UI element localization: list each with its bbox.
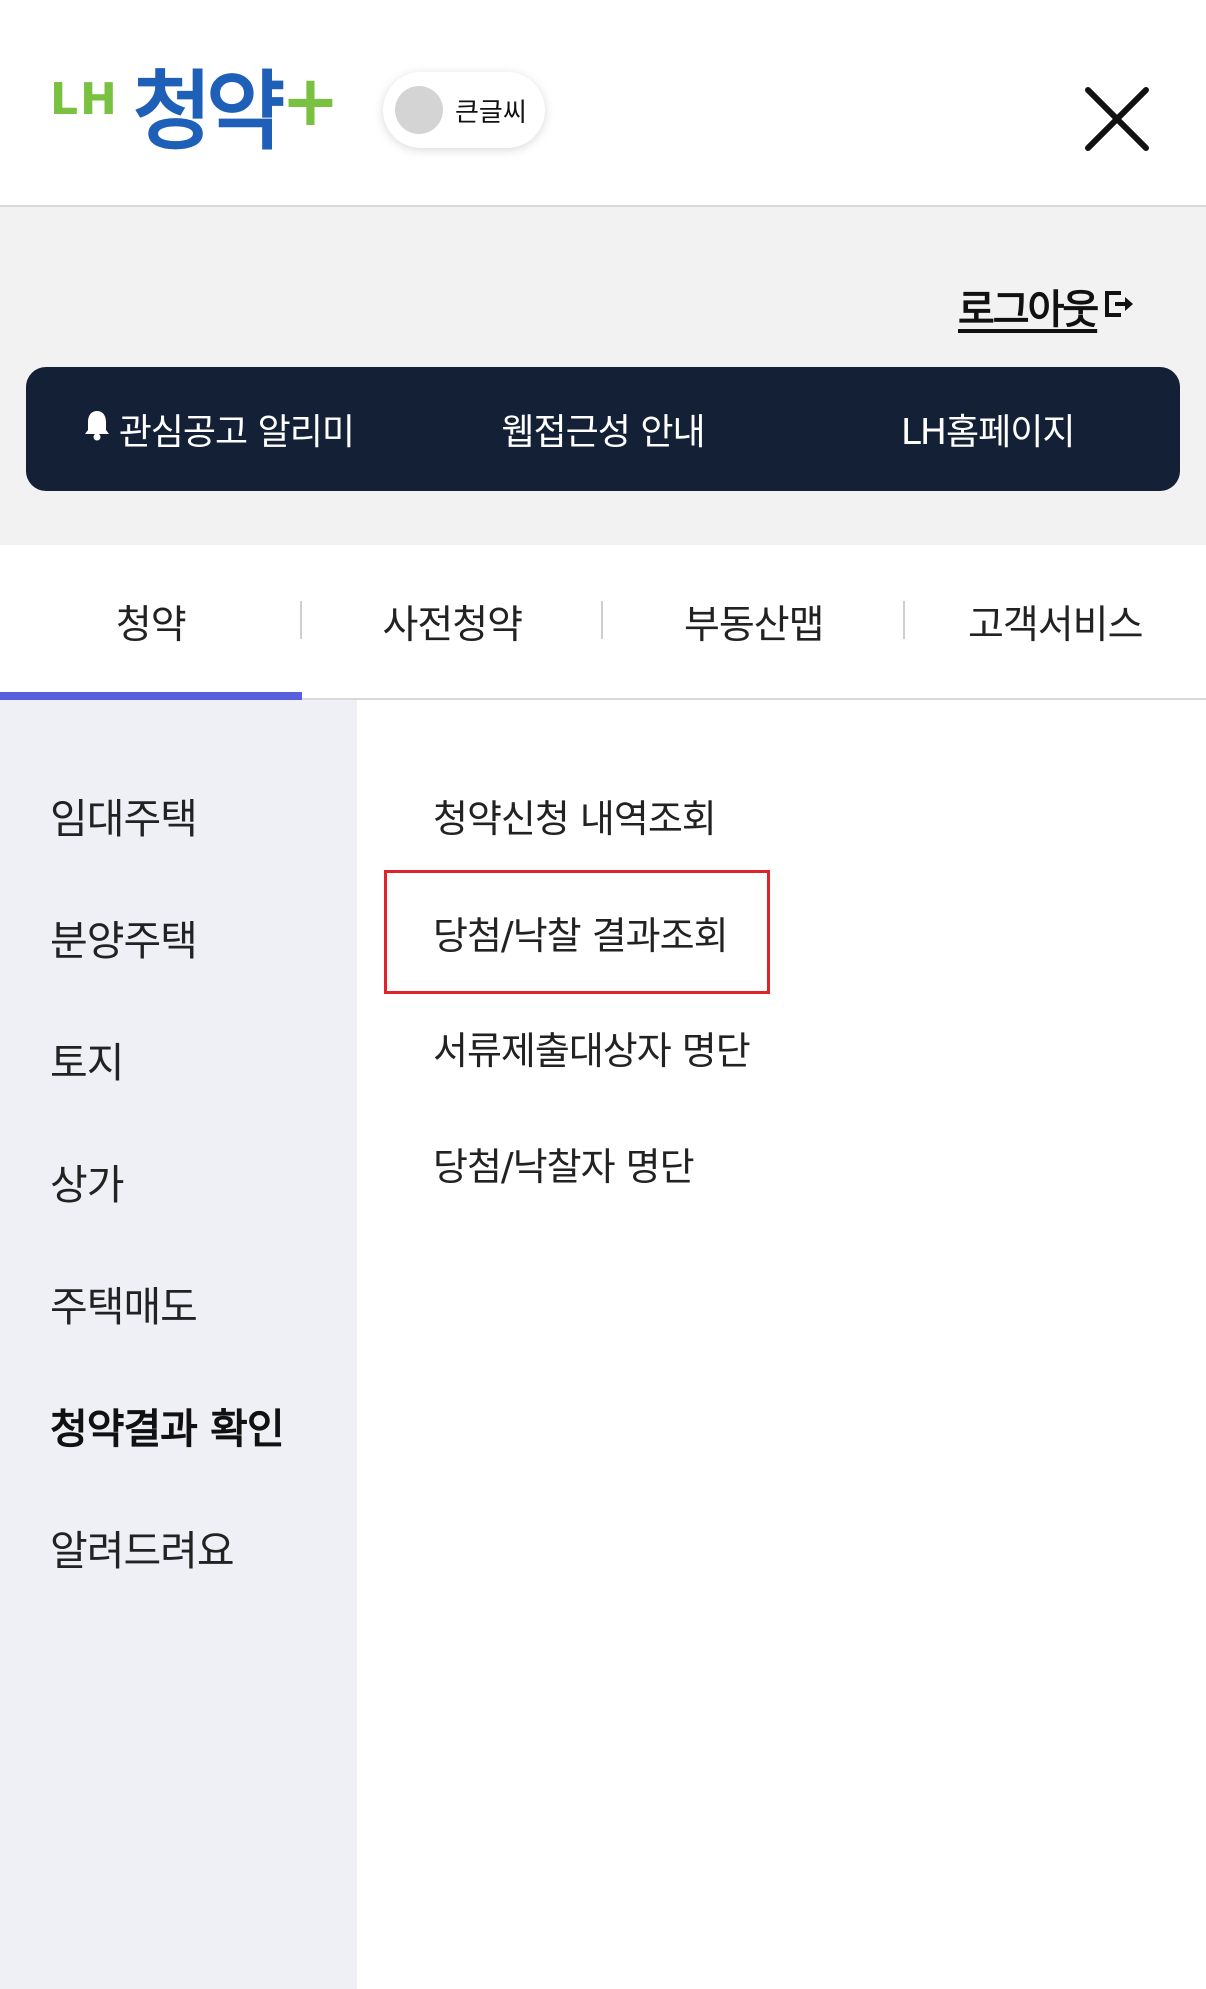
sidebar-item-house-sale[interactable]: 주택매도 [50, 1273, 198, 1333]
tab-pre-subscription[interactable]: 사전청약 [302, 545, 603, 698]
close-icon [1085, 87, 1149, 151]
sidebar-item-commercial[interactable]: 상가 [50, 1151, 124, 1211]
close-button[interactable] [1082, 84, 1152, 154]
submenu-item-application-history[interactable]: 청약신청 내역조회 [433, 788, 717, 843]
quick-link-alert[interactable]: 관심공고 알리미 [26, 403, 411, 455]
app-header: LH 청약 + 큰글씨 [0, 0, 1206, 207]
tab-customer-service[interactable]: 고객서비스 [905, 545, 1206, 698]
tab-customer-service-label: 고객서비스 [968, 602, 1143, 648]
quick-link-alert-label: 관심공고 알리미 [118, 412, 355, 453]
quick-link-accessibility-label: 웹접근성 안내 [501, 412, 705, 453]
logo-main-text: 청약 [132, 62, 285, 162]
logout-link[interactable]: 로그아웃 [958, 277, 1137, 335]
logo-plus-text: + [281, 60, 340, 142]
quick-links-bar: 관심공고 알리미 웹접근성 안내 LH홈페이지 [26, 367, 1180, 491]
quick-link-lh-homepage-label: LH홈페이지 [900, 412, 1076, 453]
utility-area: 로그아웃 관심공고 알리미 웹접근성 안내 LH홈페이지 [0, 207, 1206, 545]
submenu-item-document-list[interactable]: 서류제출대상자 명단 [433, 1020, 751, 1075]
logo-lh-text: LH [50, 74, 119, 125]
quick-link-accessibility[interactable]: 웹접근성 안내 [411, 403, 796, 455]
sidebar-item-notices[interactable]: 알려드려요 [50, 1517, 235, 1577]
quick-link-lh-homepage[interactable]: LH홈페이지 [795, 403, 1180, 455]
main-tabs: 청약 사전청약 부동산맵 고객서비스 [0, 545, 1206, 700]
tab-real-estate-map[interactable]: 부동산맵 [603, 545, 905, 698]
lh-logo[interactable]: LH 청약 + [50, 62, 340, 172]
sidebar-item-rental-housing[interactable]: 임대주택 [50, 785, 198, 845]
submenu-item-win-result[interactable]: 당첨/낙찰 결과조회 [433, 905, 729, 960]
tab-subscription[interactable]: 청약 [0, 545, 302, 700]
large-text-toggle[interactable]: 큰글씨 [383, 72, 545, 148]
category-sidebar: 임대주택 분양주택 토지 상가 주택매도 청약결과 확인 알려드려요 [0, 700, 357, 1989]
submenu-item-winner-list[interactable]: 당첨/낙찰자 명단 [433, 1136, 695, 1191]
toggle-knob [395, 86, 443, 134]
bell-icon [83, 409, 111, 450]
logout-label: 로그아웃 [958, 287, 1099, 333]
logout-icon [1103, 289, 1137, 323]
tab-pre-subscription-label: 사전청약 [382, 602, 523, 648]
submenu-panel: 청약신청 내역조회 당첨/낙찰 결과조회 서류제출대상자 명단 당첨/낙찰자 명… [357, 700, 1206, 1989]
tab-real-estate-map-label: 부동산맵 [683, 602, 825, 648]
sidebar-item-results[interactable]: 청약결과 확인 [50, 1395, 285, 1455]
tab-subscription-label: 청약 [115, 602, 187, 648]
large-text-toggle-label: 큰글씨 [455, 97, 527, 128]
sidebar-item-land[interactable]: 토지 [50, 1029, 124, 1089]
sidebar-item-sale-housing[interactable]: 분양주택 [50, 907, 198, 967]
